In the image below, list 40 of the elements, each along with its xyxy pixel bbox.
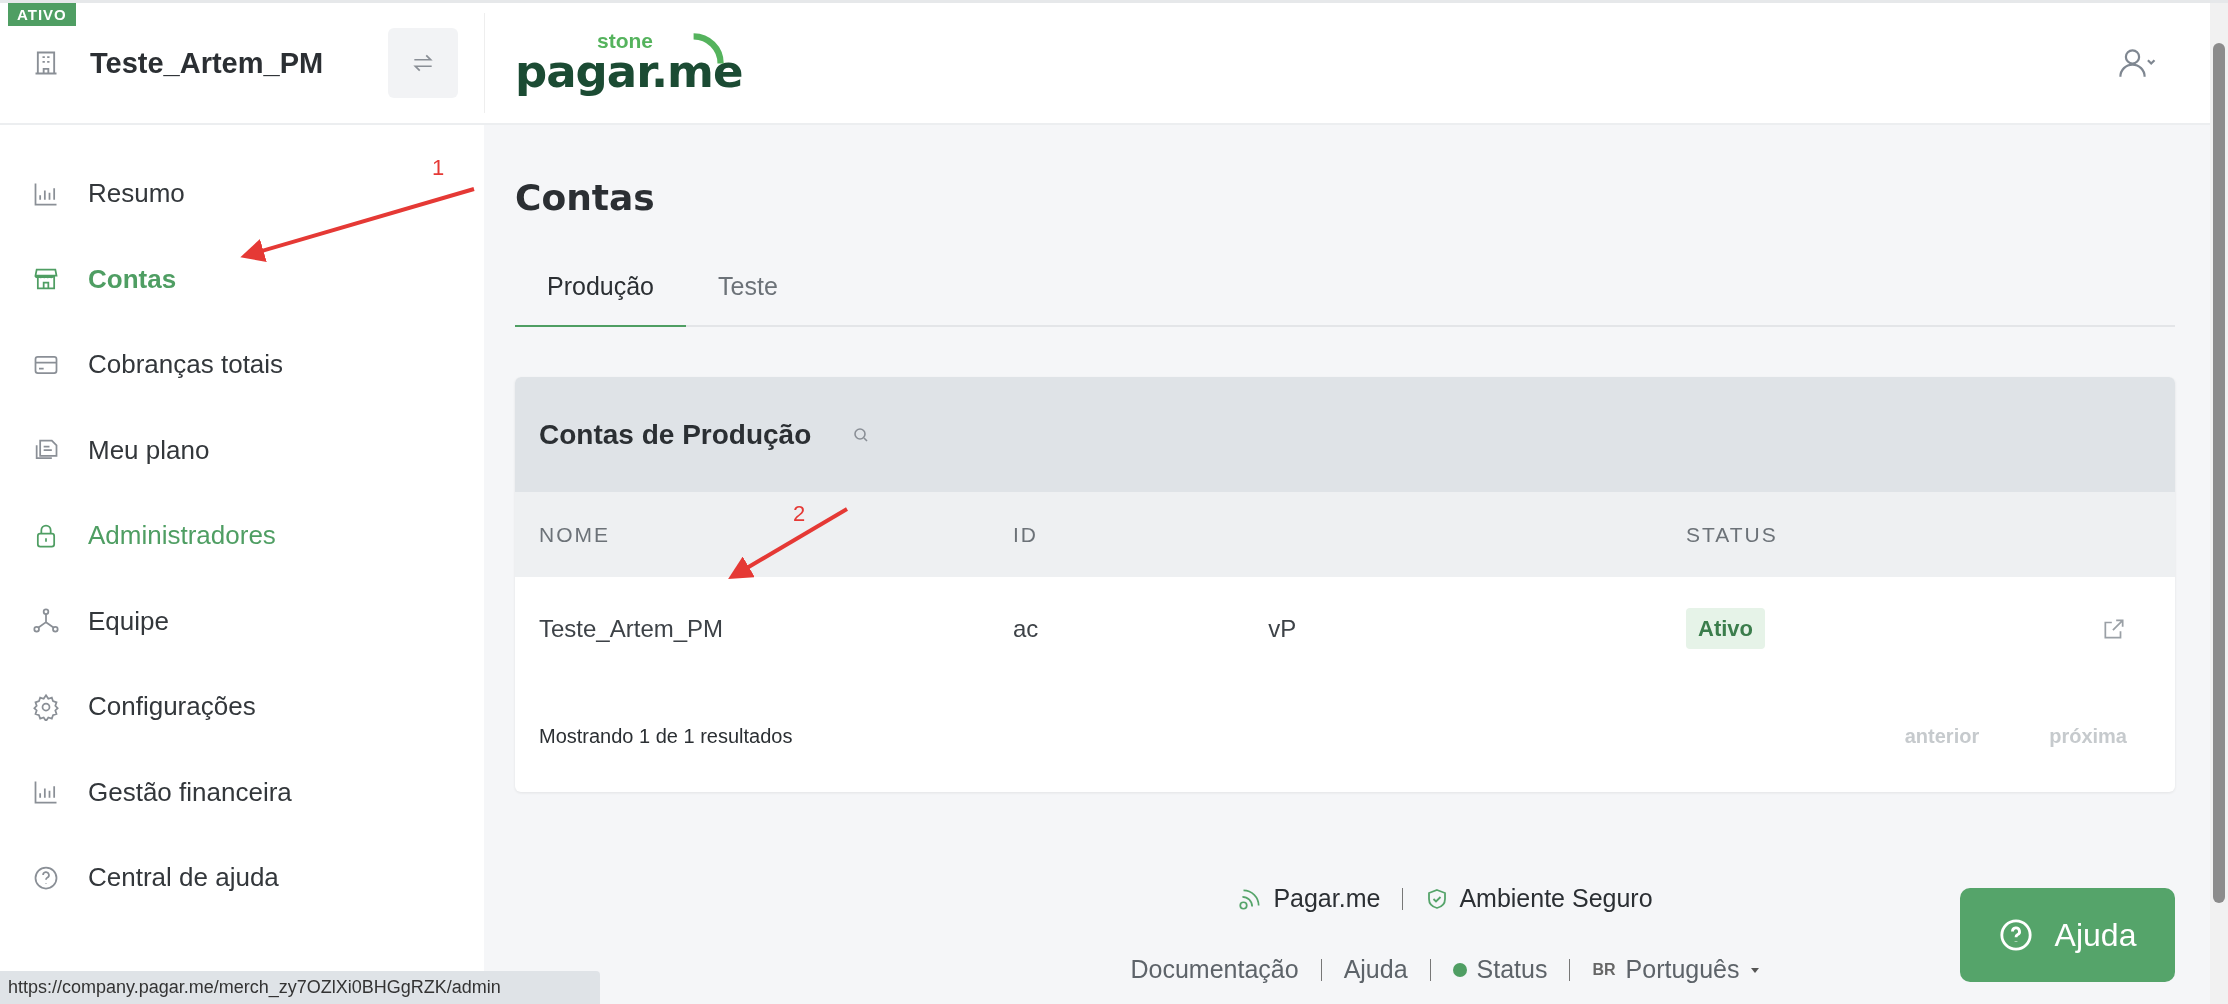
sidebar-item[interactable]: Resumo bbox=[0, 151, 193, 237]
sidebar-item[interactable]: Gestão financeira bbox=[0, 749, 300, 835]
card-title: Contas de Produção bbox=[539, 418, 812, 451]
status-dot bbox=[1452, 962, 1467, 977]
status-badge: ATIVO bbox=[8, 3, 76, 26]
column-header: ID bbox=[1013, 522, 1038, 546]
table-cell: ac bbox=[1013, 614, 1039, 643]
question-icon bbox=[1998, 918, 2033, 952]
sidebar-item[interactable]: Administradores bbox=[0, 493, 284, 579]
brand-text: Pagar.me bbox=[1273, 884, 1381, 913]
footer-link[interactable]: Documentação bbox=[1130, 955, 1299, 984]
gear-icon bbox=[32, 692, 60, 721]
help-button[interactable]: Ajuda bbox=[1960, 888, 2175, 982]
sidebar-item[interactable]: Cobranças totais bbox=[0, 322, 292, 408]
column-header: STATUS bbox=[1686, 522, 1778, 546]
switch-account-button[interactable] bbox=[388, 28, 458, 98]
table-cell: vP bbox=[1268, 614, 1297, 643]
sidebar-item[interactable]: Central de ajuda bbox=[0, 835, 287, 921]
secure-text: Ambiente Seguro bbox=[1459, 884, 1653, 913]
language-code: BR bbox=[1592, 960, 1616, 979]
tab[interactable]: Produção bbox=[515, 272, 687, 327]
status-link[interactable]: Status bbox=[1476, 955, 1548, 984]
pagarme-logo[interactable]: stone pagar.me bbox=[484, 13, 745, 113]
table-cell-text: Teste_Artem_PM bbox=[539, 614, 725, 643]
annotation-number: 1 bbox=[432, 155, 445, 181]
sidebar-item[interactable]: Configurações bbox=[0, 664, 264, 750]
sidebar-item[interactable]: Meu plano bbox=[0, 407, 218, 493]
annotation-number: 2 bbox=[793, 501, 806, 527]
sidebar-item[interactable]: Contas bbox=[0, 236, 185, 322]
column-header: NOME bbox=[539, 522, 610, 546]
footer-link[interactable]: Ajuda bbox=[1343, 955, 1408, 984]
page-title: Contas bbox=[515, 177, 656, 218]
account-name: Teste_Artem_PM bbox=[90, 46, 325, 80]
status-badge: Ativo bbox=[1686, 607, 1765, 649]
tab[interactable]: Teste bbox=[686, 272, 810, 327]
status-bar-url: https://company.pagar.me/merch_zy7OZlXi0BHGgRZK/admin bbox=[0, 971, 600, 1004]
results-summary: Mostrando 1 de 1 resultados bbox=[539, 724, 793, 748]
sidebar-item[interactable]: Equipe bbox=[0, 578, 177, 664]
scrollbar[interactable] bbox=[2210, 3, 2228, 1004]
language-select[interactable]: Português bbox=[1625, 955, 1740, 984]
